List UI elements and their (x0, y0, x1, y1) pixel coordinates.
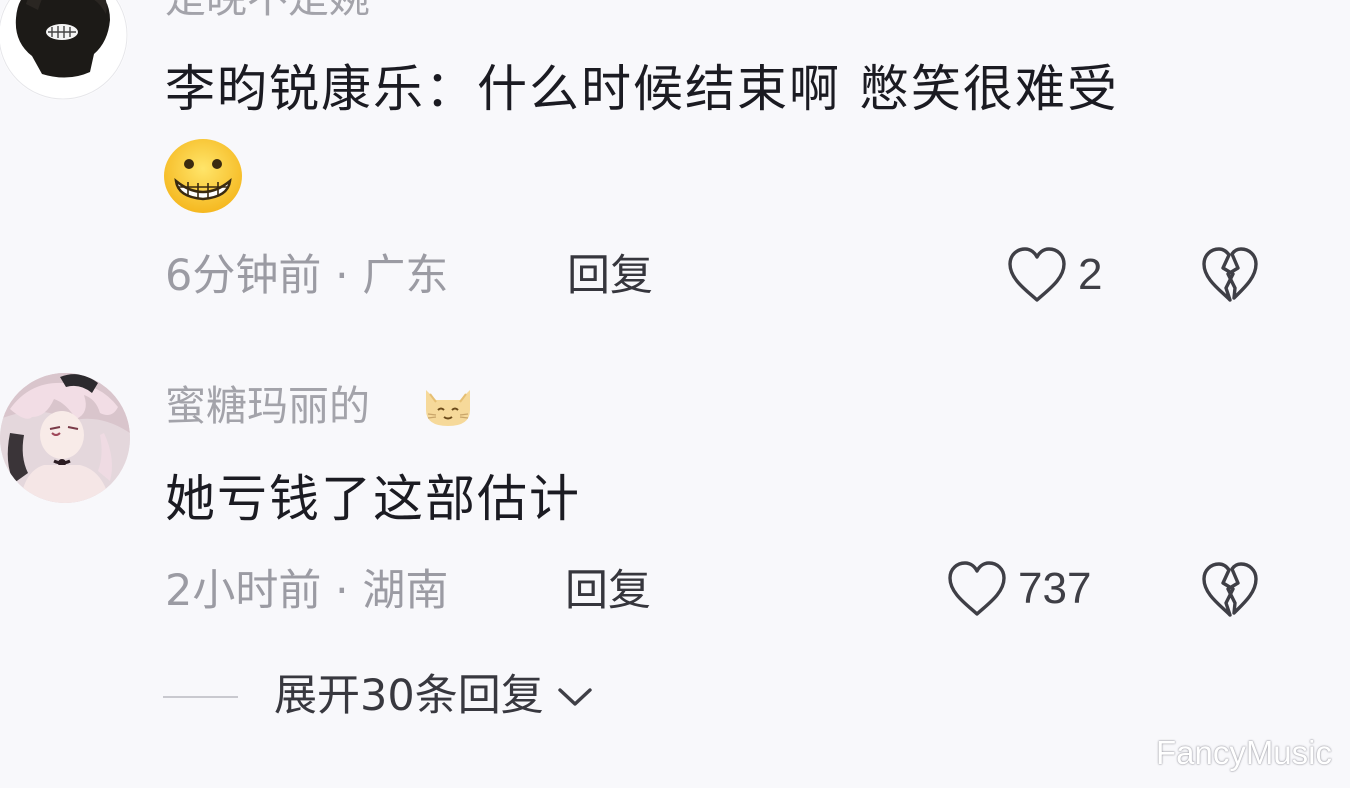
username[interactable]: 蜜糖玛丽的 (165, 386, 370, 427)
like-count: 2 (1078, 250, 1103, 299)
heart-icon (948, 561, 1006, 616)
avatar-image (0, 0, 128, 100)
broken-heart-icon (1202, 247, 1258, 302)
comment-text: 她亏钱了这部估计 (165, 470, 581, 528)
chevron-down-icon (558, 687, 592, 706)
cat-face-icon (422, 380, 474, 434)
like-count: 737 (1018, 564, 1092, 613)
like-button[interactable]: 2 (1006, 246, 1102, 304)
comment-meta: 6分钟前 · 广东 (165, 251, 449, 301)
avatar[interactable] (0, 0, 128, 100)
comment-text: 李昀锐康乐：什么时候结束啊 憋笑很难受 (165, 60, 1119, 118)
watermark: FancyMusic (1155, 734, 1332, 771)
dislike-button[interactable] (1200, 561, 1260, 623)
expand-replies-label: 展开30条回复 (274, 671, 544, 721)
reply-button[interactable]: 回复 (567, 255, 653, 298)
heart-icon (1008, 247, 1066, 302)
like-button[interactable]: 737 (946, 560, 1091, 618)
avatar[interactable] (0, 373, 130, 503)
comment-meta: 2小时前 · 湖南 (165, 566, 449, 616)
comment-list: 是晚不是婉 李昀锐康乐：什么时候结束啊 憋笑很难受 6分钟前 · 广东 回复 (0, 0, 1350, 788)
username[interactable]: 是晚不是婉 (165, 0, 370, 19)
divider-line (163, 695, 238, 698)
expand-replies-button[interactable]: 展开30条回复 (163, 675, 596, 718)
grinning-face-icon (162, 137, 244, 219)
avatar-image (0, 373, 130, 503)
dislike-button[interactable] (1200, 246, 1260, 308)
reply-button[interactable]: 回复 (565, 570, 651, 613)
broken-heart-icon (1202, 562, 1258, 617)
